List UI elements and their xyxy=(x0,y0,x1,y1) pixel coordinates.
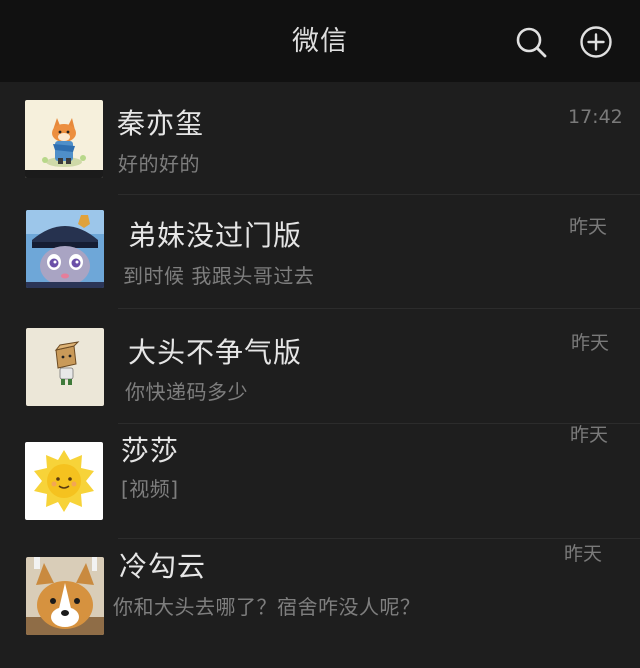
chat-row-shasha[interactable]: 莎莎 [视频] 昨天 xyxy=(0,424,640,538)
top-bar: 微信 xyxy=(0,0,640,82)
chat-row-lenggouyun[interactable]: 冷勾云 你和大头去哪了？宿舍咋没人呢？ 昨天 xyxy=(0,539,640,653)
chat-list: 秦亦玺 好的好的 17:42 弟妹没过门版 到时候 我跟头哥过去 昨天 大头不争… xyxy=(0,82,640,668)
chat-last-message: 你快递码多少 xyxy=(125,380,248,404)
wechat-app: 微信 秦亦玺 好的好的 17:42 弟妹没过门版 到时候 我跟头哥过去 昨天 大… xyxy=(0,0,640,668)
sun-avatar xyxy=(25,442,103,520)
chat-name: 冷勾云 xyxy=(119,550,207,583)
chat-time: 17:42 xyxy=(568,106,623,128)
chat-row-datou[interactable]: 大头不争气版 你快递码多少 昨天 xyxy=(0,309,640,423)
chat-row-qin-yixi[interactable]: 秦亦玺 好的好的 17:42 xyxy=(0,82,640,194)
chat-time: 昨天 xyxy=(564,543,603,565)
chat-last-message: 到时候 我跟头哥过去 xyxy=(123,264,315,288)
chat-name: 弟妹没过门版 xyxy=(128,219,303,252)
chat-last-message: [视频] xyxy=(121,477,179,501)
bunny-police-avatar xyxy=(26,210,104,288)
search-icon[interactable] xyxy=(514,25,548,59)
chat-last-message: 好的好的 xyxy=(118,152,200,176)
chat-time: 昨天 xyxy=(569,216,608,238)
chat-last-message: 你和大头去哪了？宿舍咋没人呢？ xyxy=(113,595,421,619)
corgi-avatar xyxy=(26,557,104,635)
chat-name: 大头不争气版 xyxy=(128,336,303,369)
chat-time: 昨天 xyxy=(570,424,609,446)
chat-time: 昨天 xyxy=(571,332,610,354)
chat-name: 莎莎 xyxy=(121,434,180,467)
plus-circle-icon[interactable] xyxy=(579,25,613,59)
fox-cartoon-avatar xyxy=(25,100,103,178)
chat-name: 秦亦玺 xyxy=(117,107,205,140)
box-head-avatar xyxy=(26,328,104,406)
chat-row-dimei[interactable]: 弟妹没过门版 到时候 我跟头哥过去 昨天 xyxy=(0,195,640,308)
